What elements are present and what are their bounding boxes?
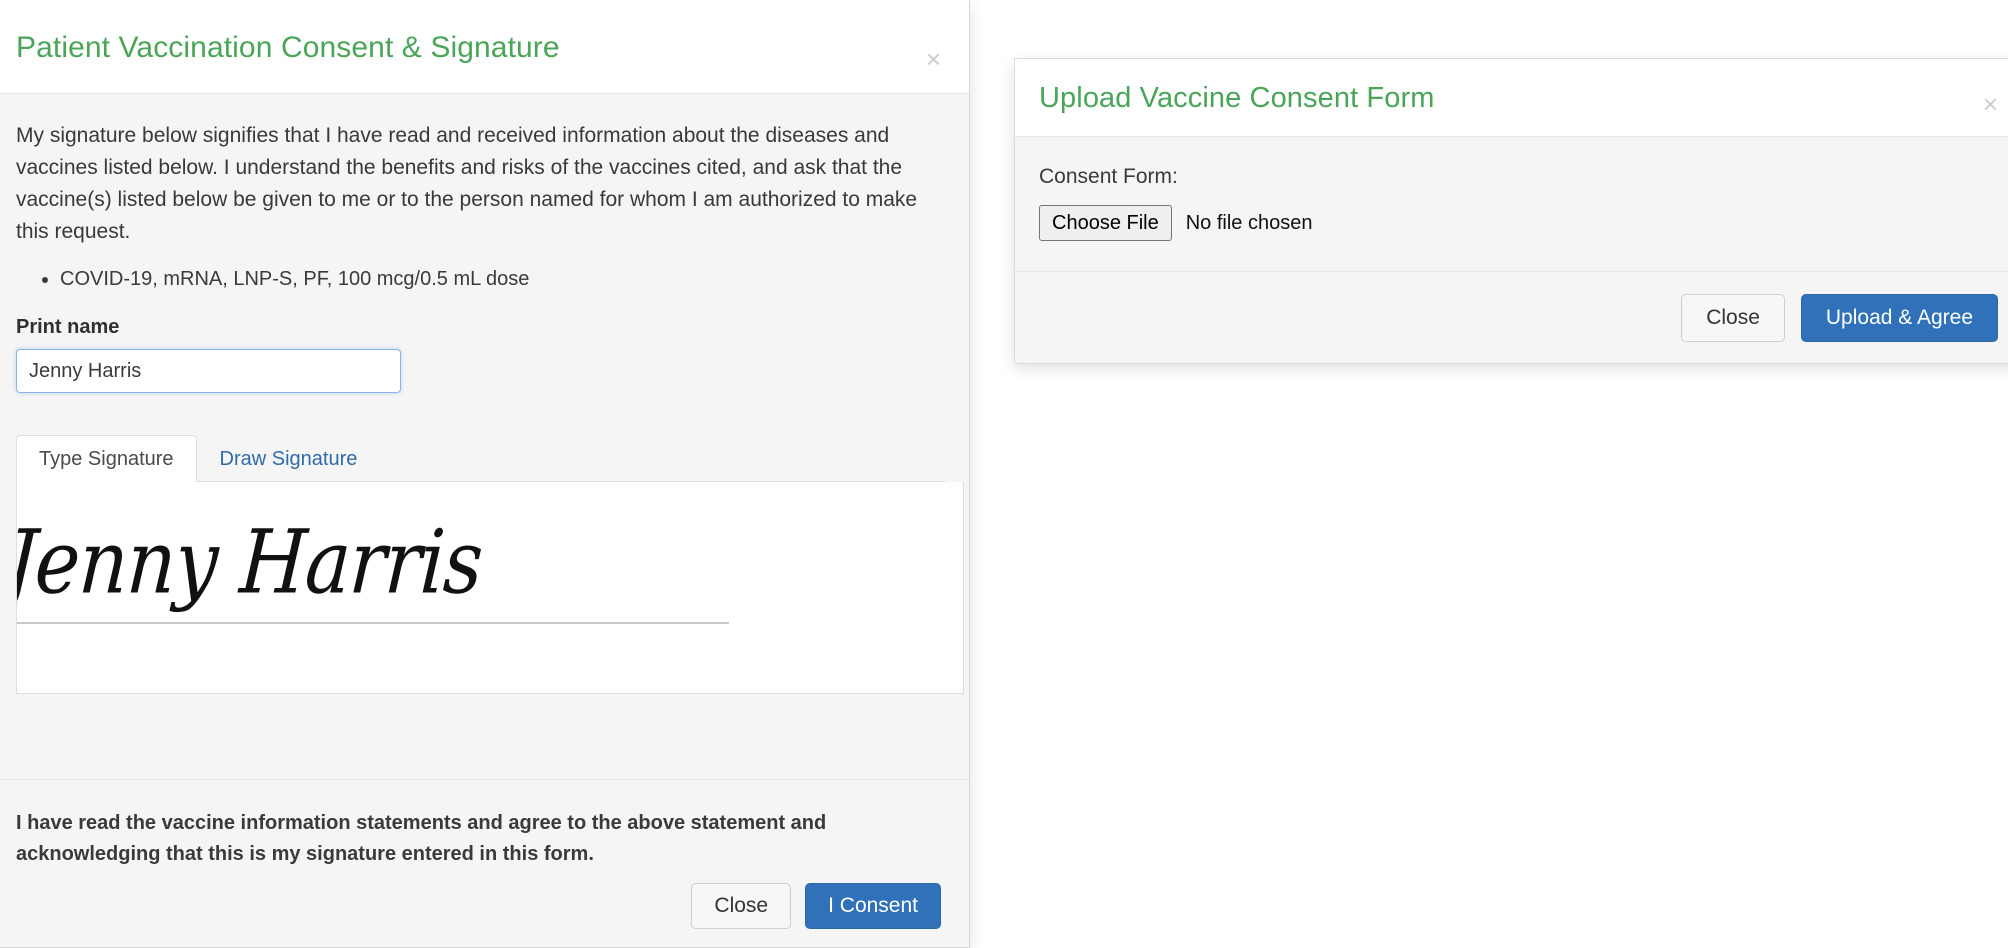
upload-dialog-footer: Close Upload & Agree (1015, 271, 2008, 363)
file-upload-row[interactable]: Choose File No file chosen (1039, 205, 2000, 241)
i-consent-button[interactable]: I Consent (805, 883, 941, 929)
consent-dialog-header: Patient Vaccination Consent & Signature … (0, 0, 969, 94)
upload-and-agree-button[interactable]: Upload & Agree (1800, 293, 1998, 342)
agreement-text: I have read the vaccine information stat… (16, 812, 827, 865)
consent-dialog-body: My signature below signifies that I have… (0, 94, 969, 779)
vaccine-list: COVID-19, mRNA, LNP-S, PF, 100 mcg/0.5 m… (16, 264, 945, 294)
print-name-label: Print name (16, 316, 120, 338)
tab-draw-signature[interactable]: Draw Signature (197, 435, 381, 482)
upload-dialog-title: Upload Vaccine Consent Form (1039, 82, 1435, 114)
choose-file-button[interactable]: Choose File (1039, 205, 1172, 241)
signature-preview-panel[interactable]: Jenny Harris (16, 482, 964, 694)
close-icon[interactable]: × (1983, 91, 1998, 117)
typed-signature-text: Jenny Harris (16, 510, 485, 614)
signature-baseline (17, 622, 729, 624)
close-button[interactable]: Close (1681, 293, 1785, 342)
file-status-text: No file chosen (1185, 211, 1313, 234)
consent-footer-buttons: Close I Consent (691, 883, 941, 929)
close-button[interactable]: Close (691, 883, 792, 929)
upload-dialog-header: Upload Vaccine Consent Form × (1015, 59, 2008, 137)
consent-statement-paragraph: My signature below signifies that I have… (16, 124, 918, 243)
consent-form-label: Consent Form: (1039, 165, 1178, 188)
patient-consent-dialog: Patient Vaccination Consent & Signature … (0, 0, 970, 948)
list-item: COVID-19, mRNA, LNP-S, PF, 100 mcg/0.5 m… (60, 264, 945, 294)
tab-type-signature[interactable]: Type Signature (16, 435, 197, 482)
upload-dialog-body: Consent Form: Choose File No file chosen (1015, 137, 2008, 271)
upload-consent-dialog: Upload Vaccine Consent Form × Consent Fo… (1014, 58, 2008, 364)
consent-dialog-footer: I have read the vaccine information stat… (0, 779, 969, 947)
print-name-input[interactable] (16, 349, 401, 393)
close-icon[interactable]: × (926, 46, 941, 72)
consent-dialog-title: Patient Vaccination Consent & Signature (16, 31, 560, 64)
signature-tabs: Type Signature Draw Signature (16, 433, 945, 482)
